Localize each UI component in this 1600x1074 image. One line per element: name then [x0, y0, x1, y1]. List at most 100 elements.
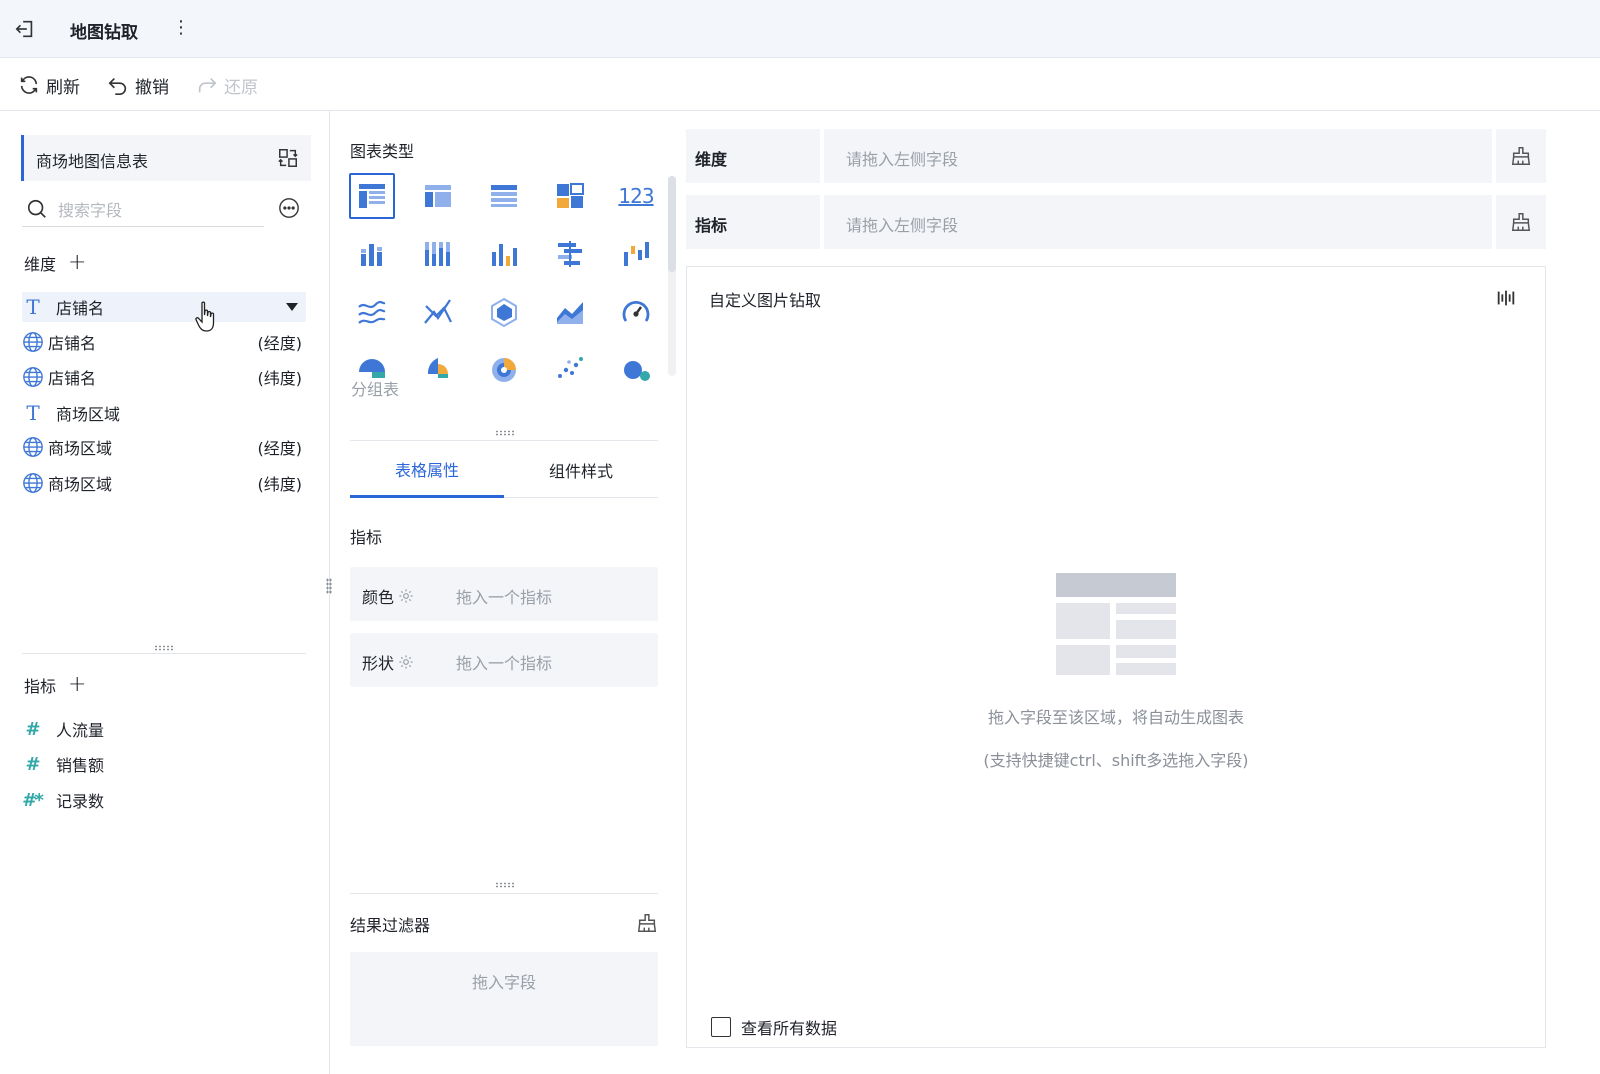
globe-icon: [22, 366, 44, 388]
datasource-name: 商场地图信息表: [36, 152, 149, 171]
chart-type-scatter[interactable]: [547, 343, 593, 389]
bar-chart-icon: [558, 241, 582, 267]
detail-table-icon: [491, 185, 517, 207]
datasource-selector[interactable]: 商场地图信息表: [21, 135, 311, 181]
field-search: [22, 193, 264, 227]
card-icon: [557, 183, 584, 208]
chart-type-scrollbar[interactable]: [668, 176, 676, 376]
gauge-icon: [622, 300, 650, 322]
dimension-field[interactable]: 商场区域 (纬度): [22, 468, 306, 498]
more-options-icon[interactable]: [278, 197, 300, 219]
refresh-button[interactable]: 刷新: [18, 73, 80, 98]
redo-button[interactable]: 还原: [196, 73, 258, 98]
number-type-icon: #: [25, 718, 41, 740]
exit-icon[interactable]: [14, 18, 36, 40]
refresh-label: 刷新: [46, 77, 80, 98]
dimension-field[interactable]: 商场区域 (经度): [22, 432, 306, 462]
scatter-icon: [558, 357, 583, 378]
clear-dimension-button[interactable]: [1496, 129, 1546, 183]
search-icon: [27, 199, 46, 218]
line-chart-icon: [358, 300, 386, 324]
shape-slot[interactable]: 形状 拖入一个指标: [350, 633, 658, 687]
chart-type-kpi[interactable]: 123: [613, 173, 659, 219]
filter-placeholder: 拖入字段: [471, 973, 536, 992]
waterfall-icon: [624, 242, 649, 266]
chart-type-radar[interactable]: [481, 289, 527, 335]
redo-icon: [198, 77, 217, 93]
clear-brush-icon: [1511, 213, 1531, 231]
dimension-field[interactable]: 店铺名 (纬度): [22, 362, 306, 392]
globe-icon: [22, 436, 44, 458]
settings-icon[interactable]: [398, 654, 414, 670]
text-type-icon: T: [26, 401, 40, 425]
chart-canvas[interactable]: 自定义图片钻取 拖入字段至该区域，将自动生成图表 (支持快捷键ctrl、shif…: [686, 266, 1546, 1048]
measure-field[interactable]: # 销售额: [22, 749, 306, 779]
view-all-data[interactable]: 查看所有数据: [711, 1015, 837, 1039]
measure-field[interactable]: # 人流量: [22, 714, 306, 744]
empty-hint: 拖入字段至该区域，将自动生成图表: [987, 708, 1244, 727]
bubble-icon: [624, 361, 650, 381]
view-all-label: 查看所有数据: [741, 1019, 838, 1038]
chart-type-bar[interactable]: [547, 231, 593, 277]
panel-resize-handle[interactable]: [326, 578, 332, 594]
dimension-shelf-dropzone[interactable]: 请拖入左侧字段: [824, 129, 1492, 183]
chart-type-line[interactable]: [349, 289, 395, 335]
rose-chart-icon: [427, 358, 448, 378]
toolbar: 刷新 撤销 还原: [0, 58, 1600, 111]
scrollbar-thumb[interactable]: [668, 176, 676, 272]
chart-type-percent-column[interactable]: [415, 231, 461, 277]
chart-type-cross-table[interactable]: [415, 173, 461, 219]
chart-type-combo[interactable]: [415, 289, 461, 335]
view-all-checkbox[interactable]: [711, 1017, 731, 1037]
caret-down-icon[interactable]: [286, 303, 298, 311]
dimension-field[interactable]: 店铺名 (经度): [22, 327, 306, 357]
dimension-field[interactable]: T 商场区域: [22, 398, 306, 428]
add-dimension-icon[interactable]: +: [68, 252, 86, 274]
clear-brush-icon: [1511, 147, 1531, 165]
measure-title: 指标: [24, 677, 57, 696]
chart-type-sunburst[interactable]: [481, 343, 527, 389]
clear-brush-icon[interactable]: [636, 912, 658, 934]
result-filter-dropzone[interactable]: 拖入字段: [350, 952, 658, 1046]
chart-type-bubble[interactable]: [613, 343, 659, 389]
number-type-icon: #: [25, 753, 41, 775]
tab-component-style[interactable]: 组件样式: [504, 442, 658, 498]
chart-type-group-table[interactable]: [349, 173, 395, 219]
dimension-field[interactable]: T 店铺名: [22, 292, 306, 322]
settings-icon[interactable]: [398, 588, 414, 604]
chart-type-tooltip: 分组表: [351, 380, 400, 399]
divider: [22, 653, 306, 654]
resize-handle[interactable]: [495, 430, 515, 436]
empty-hint-sub: (支持快捷键ctrl、shift多选拖入字段): [983, 751, 1249, 770]
undo-button[interactable]: 撤销: [107, 73, 169, 98]
add-measure-icon[interactable]: +: [68, 674, 86, 696]
clear-measure-button[interactable]: [1496, 195, 1546, 249]
chart-type-card[interactable]: [547, 173, 593, 219]
chart-settings-icon[interactable]: [1495, 287, 1517, 309]
globe-icon: [22, 331, 44, 353]
empty-chart-illustration: [1056, 573, 1176, 675]
measure-field[interactable]: #* 记录数: [22, 785, 306, 815]
property-tabs: 表格属性 组件样式: [350, 442, 658, 498]
resize-handle[interactable]: [495, 882, 515, 888]
chart-type-stacked-column[interactable]: [349, 231, 395, 277]
chart-type-gauge[interactable]: [613, 289, 659, 335]
hand-cursor-icon: [195, 301, 215, 332]
measure-shelf-dropzone[interactable]: 请拖入左侧字段: [824, 195, 1492, 249]
more-vertical-icon[interactable]: ⋮: [172, 17, 190, 39]
record-count-icon: #*: [22, 789, 44, 811]
chart-type-detail-table[interactable]: [481, 173, 527, 219]
chart-type-area[interactable]: [547, 289, 593, 335]
globe-icon: [22, 472, 44, 494]
color-slot[interactable]: 颜色 拖入一个指标: [350, 567, 658, 621]
color-slot-label: 颜色: [362, 584, 414, 608]
chart-type-waterfall[interactable]: [613, 231, 659, 277]
resize-handle[interactable]: [154, 645, 174, 651]
chart-type-rose[interactable]: [415, 343, 461, 389]
search-input[interactable]: [58, 197, 258, 223]
cross-table-icon: [425, 185, 451, 207]
tab-table-properties[interactable]: 表格属性: [350, 442, 504, 498]
page-title: 地图钻取: [70, 23, 138, 43]
switch-datasource-icon[interactable]: [277, 147, 299, 169]
chart-type-column[interactable]: [481, 231, 527, 277]
